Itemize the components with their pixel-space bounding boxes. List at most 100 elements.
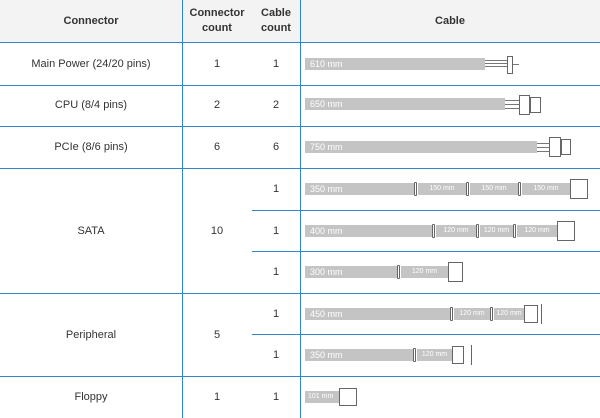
- wire-strand: [485, 63, 507, 64]
- cable-bar: 350 mm: [305, 183, 414, 195]
- connector-name: PCIe (8/6 pins): [54, 141, 128, 153]
- header-connector-count: Connector count: [182, 0, 252, 42]
- header-connector: Connector: [0, 0, 182, 42]
- wire-strand: [485, 60, 507, 61]
- row-divider: [252, 210, 600, 211]
- cable-count: 2: [272, 99, 280, 111]
- cable-length-label: 450 mm: [310, 309, 343, 319]
- cable-bar: 610 mm: [305, 58, 485, 70]
- cable-length-label: 300 mm: [310, 267, 343, 277]
- cable-bar: 650 mm: [305, 98, 505, 110]
- wire-strand: [537, 151, 549, 152]
- header-cable-count: Cable count: [252, 0, 300, 42]
- cable-count: 1: [272, 308, 280, 320]
- cable-length-label: 350 mm: [310, 184, 343, 194]
- connector-count: 1: [213, 391, 221, 403]
- cable-spec-table: Connector Connector count Cable count Ca…: [0, 0, 600, 418]
- connector-tip: [471, 345, 472, 365]
- segment-length-label: 120 mm: [411, 268, 438, 275]
- cable-bar: 101 mm: [305, 391, 339, 403]
- segment-length-label: 150 mm: [533, 185, 559, 192]
- column-divider: [300, 0, 301, 418]
- wire-strand: [485, 66, 507, 67]
- molex-end-connector-icon: [524, 305, 538, 323]
- sata-connector-icon: [432, 224, 435, 238]
- cable-segment: 120 mm: [480, 225, 513, 237]
- molex-connector-icon: [450, 307, 453, 321]
- sata-end-connector-icon: [557, 221, 575, 241]
- atx-connector-icon: [507, 56, 513, 74]
- cable-bar: 300 mm: [305, 266, 397, 278]
- header-cable: Cable: [300, 0, 600, 42]
- cable-segment: 120 mm: [494, 308, 524, 320]
- cable-segment: 120 mm: [454, 308, 490, 320]
- cable-bar: 450 mm: [305, 308, 450, 320]
- sata-connector-icon: [414, 182, 417, 196]
- eps-connector-icon: [530, 97, 541, 113]
- sata-connector-icon: [513, 224, 516, 238]
- cable-count: 1: [272, 349, 280, 361]
- segment-length-label: 120 mm: [459, 310, 485, 317]
- cable-segment: 120 mm: [436, 225, 476, 237]
- cable-bar: 400 mm: [305, 225, 432, 237]
- connector-tip: [541, 304, 542, 324]
- column-divider: [182, 0, 183, 418]
- segment-length-label: 120 mm: [443, 227, 469, 234]
- sata-connector-icon: [466, 182, 469, 196]
- segment-length-label: 120 mm: [421, 351, 448, 358]
- segment-length-label: 150 mm: [481, 185, 507, 192]
- pcie-connector-icon: [549, 137, 561, 157]
- sata-connector-icon: [397, 265, 400, 279]
- cable-count: 1: [272, 266, 280, 278]
- cable-count: 1: [272, 225, 280, 237]
- cable-segment: 120 mm: [401, 266, 448, 278]
- cable-segment: 120 mm: [517, 225, 557, 237]
- segment-length-label: 150 mm: [429, 185, 455, 192]
- cable-length-label: 610 mm: [310, 59, 343, 69]
- cable-segment: 150 mm: [522, 183, 570, 195]
- cable-count: 6: [272, 141, 280, 153]
- connector-count: 6: [213, 141, 221, 153]
- cable-length-label: 350 mm: [310, 350, 343, 360]
- molex-connector-icon: [413, 348, 416, 362]
- connector-name: Floppy: [74, 391, 108, 403]
- cable-count: 1: [272, 57, 280, 70]
- cable-count: 1: [272, 183, 280, 195]
- floppy-connector-icon: [339, 388, 357, 406]
- cable-count: 1: [272, 391, 280, 403]
- cable-length-label: 400 mm: [310, 226, 343, 236]
- sata-end-connector-icon: [448, 262, 463, 282]
- cable-segment: 120 mm: [417, 349, 452, 361]
- molex-end-connector-icon: [452, 346, 464, 364]
- cable-length-label: 750 mm: [310, 142, 343, 152]
- sata-connector-icon: [518, 182, 521, 196]
- wire-strand: [505, 104, 519, 105]
- sata-connector-icon: [476, 224, 479, 238]
- pcie-connector-icon: [561, 139, 571, 155]
- cable-segment: 150 mm: [418, 183, 466, 195]
- sata-end-connector-icon: [570, 179, 588, 199]
- wire-strand: [537, 147, 549, 148]
- row-divider: [252, 251, 600, 252]
- wire-strand: [505, 100, 519, 101]
- molex-connector-icon: [490, 307, 493, 321]
- connector-count: 5: [213, 328, 221, 341]
- cable-length-label: 650 mm: [310, 99, 343, 109]
- cable-bar: 750 mm: [305, 141, 537, 153]
- connector-name: SATA: [77, 224, 105, 237]
- connector-name: Peripheral: [65, 328, 117, 341]
- connector-name: CPU (8/4 pins): [54, 99, 128, 111]
- row-divider: [252, 334, 600, 335]
- connector-pin: [513, 64, 519, 65]
- connector-count: 1: [213, 57, 221, 70]
- cable-segment: 150 mm: [470, 183, 518, 195]
- cable-length-label: 101 mm: [308, 393, 334, 400]
- connector-count: 2: [213, 99, 221, 111]
- cable-bar: 350 mm: [305, 349, 413, 361]
- wire-strand: [505, 108, 519, 109]
- segment-length-label: 120 mm: [496, 310, 522, 317]
- connector-name: Main Power (24/20 pins): [31, 57, 151, 70]
- wire-strand: [537, 143, 549, 144]
- connector-count: 10: [210, 224, 224, 237]
- segment-length-label: 120 mm: [524, 227, 550, 234]
